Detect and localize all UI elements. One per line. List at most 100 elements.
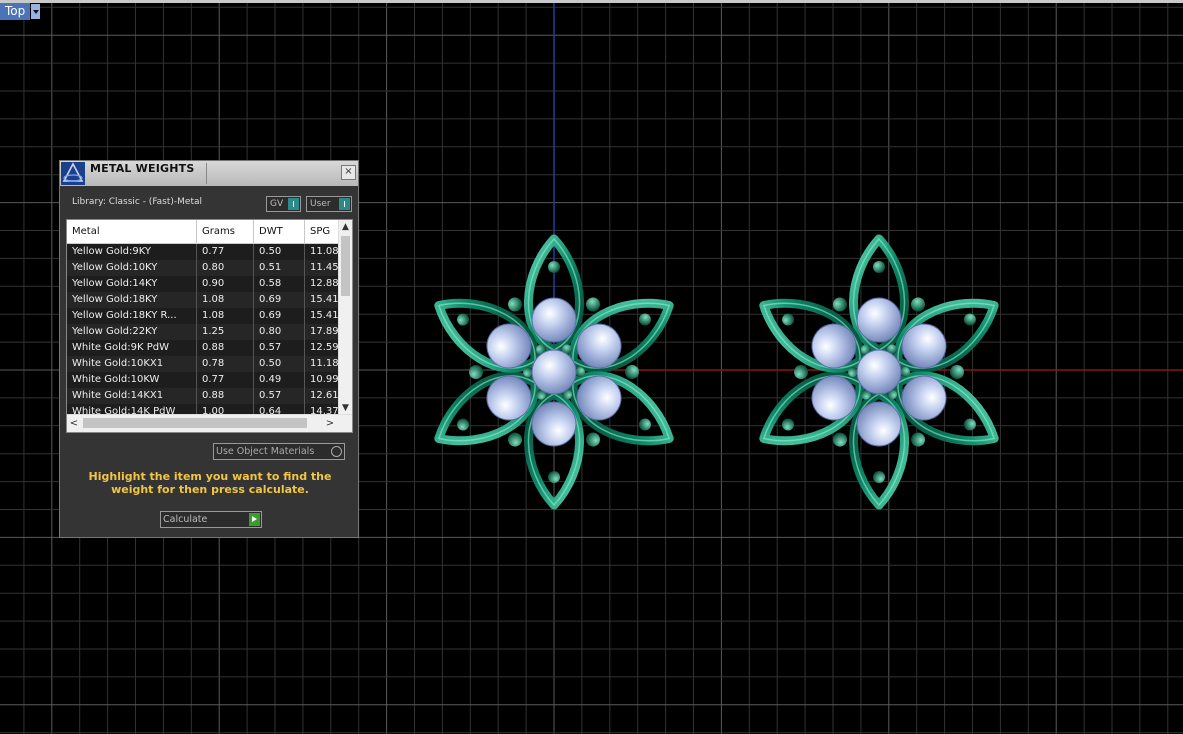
table-row[interactable]: Yellow Gold:18KY 1.08 0.69 15.41	[67, 292, 352, 308]
table-header: Metal Grams DWT SPG	[67, 220, 352, 244]
cell-metal: White Gold:9K PdW	[67, 340, 197, 356]
top-strip	[0, 0, 1183, 3]
cell-dwt: 0.57	[254, 388, 305, 404]
header-spg[interactable]: SPG	[305, 220, 340, 243]
matrix-logo-icon	[61, 162, 85, 185]
bead	[548, 471, 560, 483]
view-selector[interactable]: Top	[0, 3, 46, 20]
table-row[interactable]: White Gold:14KX1 0.88 0.57 12.61	[67, 388, 352, 404]
scroll-up-icon[interactable]: ▲	[339, 220, 352, 234]
bead	[457, 418, 470, 431]
flower-earring-left[interactable]	[426, 234, 682, 510]
bead	[625, 365, 639, 379]
cell-metal: Yellow Gold:10KY	[67, 260, 197, 276]
cell-grams: 0.88	[197, 340, 254, 356]
table-row[interactable]: Yellow Gold:14KY 0.90 0.58 12.88	[67, 276, 352, 292]
header-metal[interactable]: Metal	[67, 220, 197, 243]
bead	[950, 365, 964, 379]
cell-spg: 12.88	[305, 276, 340, 292]
table-row[interactable]: Yellow Gold:9KY 0.77 0.50 11.08	[67, 244, 352, 260]
gem	[856, 297, 902, 343]
panel-titlebar[interactable]: METAL WEIGHTS ×	[60, 161, 358, 186]
cell-spg: 11.18	[305, 356, 340, 372]
bead	[963, 313, 976, 326]
cell-spg: 12.59	[305, 340, 340, 356]
horizontal-scroll-thumb[interactable]	[83, 418, 307, 428]
bead	[794, 365, 808, 379]
calculate-button[interactable]: Calculate	[160, 511, 262, 528]
cell-dwt: 0.69	[254, 292, 305, 308]
cell-grams: 0.88	[197, 388, 254, 404]
chevron-down-icon[interactable]	[31, 4, 41, 19]
table-row[interactable]: White Gold:9K PdW 0.88 0.57 12.59	[67, 340, 352, 356]
panel-title: METAL WEIGHTS	[90, 162, 195, 175]
user-label: User	[310, 199, 331, 209]
cell-metal: Yellow Gold:18KY	[67, 292, 197, 308]
bead	[963, 418, 976, 431]
gv-toggle-knob-icon[interactable]	[288, 198, 299, 210]
horizontal-scrollbar[interactable]: < >	[67, 414, 352, 432]
play-icon[interactable]	[249, 513, 260, 526]
cell-dwt: 0.58	[254, 276, 305, 292]
bead	[469, 365, 483, 379]
bead	[548, 261, 560, 273]
table-row[interactable]: White Gold:10KX1 0.78 0.50 11.18	[67, 356, 352, 372]
cell-spg: 15.41	[305, 292, 340, 308]
header-dwt[interactable]: DWT	[254, 220, 305, 243]
cell-spg: 17.89	[305, 324, 340, 340]
user-toggle-knob-icon[interactable]	[339, 198, 350, 210]
cell-grams: 0.78	[197, 356, 254, 372]
user-toggle[interactable]: User	[306, 196, 352, 212]
bead	[638, 313, 651, 326]
cell-spg: 12.61	[305, 388, 340, 404]
table-body: Yellow Gold:9KY 0.77 0.50 11.08 Yellow Gold:…	[67, 244, 352, 420]
cell-spg: 11.08	[305, 244, 340, 260]
bead	[782, 313, 795, 326]
vertical-scrollbar[interactable]: ▲ ▼	[338, 220, 352, 415]
use-object-materials-label: Use Object Materials	[216, 446, 315, 457]
cell-grams: 1.08	[197, 292, 254, 308]
cell-dwt: 0.57	[254, 340, 305, 356]
close-icon[interactable]: ×	[341, 165, 356, 180]
table-row[interactable]: White Gold:10KW 0.77 0.49 10.99	[67, 372, 352, 388]
cell-grams: 0.90	[197, 276, 254, 292]
bead	[638, 418, 651, 431]
view-name[interactable]: Top	[0, 3, 31, 20]
cell-spg: 10.99	[305, 372, 340, 388]
cell-grams: 0.80	[197, 260, 254, 276]
table-row[interactable]: Yellow Gold:22KY 1.25 0.80 17.89	[67, 324, 352, 340]
table-row[interactable]: Yellow Gold:18KY R... 1.08 0.69 15.41	[67, 308, 352, 324]
vertical-scroll-thumb[interactable]	[341, 236, 350, 296]
cell-metal: White Gold:10KW	[67, 372, 197, 388]
cell-dwt: 0.50	[254, 244, 305, 260]
center-gem	[856, 349, 902, 395]
scroll-left-icon[interactable]: <	[67, 415, 81, 432]
use-object-materials-toggle[interactable]: Use Object Materials	[213, 443, 345, 460]
cell-spg: 15.41	[305, 308, 340, 324]
cell-grams: 1.25	[197, 324, 254, 340]
header-grams[interactable]: Grams	[197, 220, 254, 243]
cell-metal: White Gold:10KX1	[67, 356, 197, 372]
cell-dwt: 0.80	[254, 324, 305, 340]
title-separator	[206, 163, 207, 184]
flower-earring-right[interactable]	[751, 234, 1007, 510]
cell-metal: Yellow Gold:18KY R...	[67, 308, 197, 324]
library-label: Library: Classic - (Fast)-Metal	[72, 197, 203, 207]
cell-spg: 11.45	[305, 260, 340, 276]
metal-weights-panel: METAL WEIGHTS × Library: Classic - (Fast…	[59, 160, 359, 538]
scroll-down-icon[interactable]: ▼	[339, 401, 352, 415]
center-gem	[531, 349, 577, 395]
cell-metal: Yellow Gold:22KY	[67, 324, 197, 340]
gv-label: GV	[270, 199, 284, 209]
scroll-right-icon[interactable]: >	[323, 415, 337, 432]
table-row[interactable]: Yellow Gold:10KY 0.80 0.51 11.45	[67, 260, 352, 276]
gv-toggle[interactable]: GV	[266, 196, 301, 212]
bead	[457, 313, 470, 326]
calculate-label: Calculate	[163, 514, 208, 525]
radio-icon[interactable]	[331, 446, 342, 457]
cell-grams: 0.77	[197, 372, 254, 388]
cell-grams: 1.08	[197, 308, 254, 324]
metal-table[interactable]: Metal Grams DWT SPG Yellow Gold:9KY 0.77 0…	[66, 219, 353, 433]
bead	[873, 261, 885, 273]
cell-metal: Yellow Gold:9KY	[67, 244, 197, 260]
